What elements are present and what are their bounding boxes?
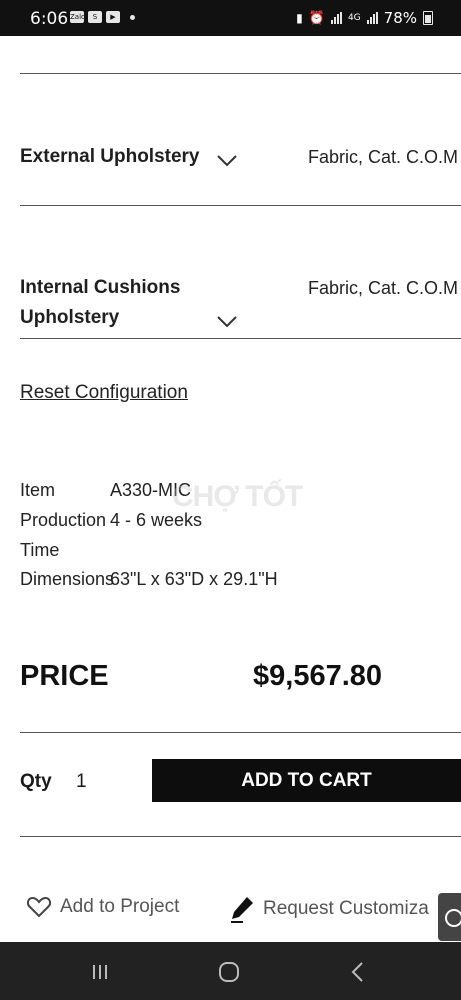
request-customization-label: Request Customiza xyxy=(263,898,429,919)
status-bar: 6:06 Zalo S ▶ ▮ ⏰ 4G 78% xyxy=(0,0,461,36)
request-customization-button[interactable]: Request Customiza xyxy=(229,895,429,923)
recent-apps-icon[interactable] xyxy=(85,959,115,985)
add-to-project-label: Add to Project xyxy=(60,896,180,917)
pencil-icon xyxy=(231,897,253,923)
add-to-project-button[interactable]: Add to Project xyxy=(26,895,179,919)
price-label: PRICE xyxy=(20,660,109,692)
divider xyxy=(20,732,461,733)
battery-icon xyxy=(423,11,433,25)
signal-icon xyxy=(366,12,378,24)
notification-icons: Zalo S ▶ xyxy=(70,11,135,23)
status-time: 6:06 xyxy=(30,9,69,29)
option-value: Fabric, Cat. C.O.M xyxy=(308,278,459,298)
divider xyxy=(20,836,461,837)
divider xyxy=(20,338,461,339)
sim-icon: ▮ xyxy=(296,11,303,25)
youtube-icon: ▶ xyxy=(106,11,120,23)
option-label-line1: Internal Cushions xyxy=(20,277,181,298)
signal-icon xyxy=(330,12,342,24)
shopee-icon: S xyxy=(88,11,102,23)
battery-percent: 78% xyxy=(383,9,417,27)
chevron-down-icon[interactable] xyxy=(216,154,238,168)
chat-button[interactable] xyxy=(438,893,461,941)
option-value: Fabric, Cat. C.O.M xyxy=(308,147,459,167)
production-time-label: Production xyxy=(20,510,107,530)
production-time-label-line2: Time xyxy=(20,540,60,560)
option-label-line2: Upholstery xyxy=(20,307,120,328)
heart-icon xyxy=(26,896,52,918)
back-icon[interactable] xyxy=(343,959,373,985)
item-label: Item xyxy=(20,480,56,500)
4g-icon: 4G xyxy=(347,13,361,23)
add-to-cart-button[interactable]: ADD TO CART xyxy=(152,759,461,802)
price-value: $9,567.80 xyxy=(253,660,383,692)
chat-icon xyxy=(445,909,461,927)
android-nav-bar xyxy=(0,942,461,1000)
divider xyxy=(20,73,461,74)
home-icon[interactable] xyxy=(214,959,244,985)
alarm-icon: ⏰ xyxy=(308,10,325,26)
dot-icon xyxy=(130,14,135,20)
qty-input[interactable]: 1 xyxy=(76,771,87,793)
zalo-icon: Zalo xyxy=(70,11,86,23)
system-icons: ▮ ⏰ 4G 78% xyxy=(296,9,433,27)
watermark: CHỢ TỐT xyxy=(172,480,303,513)
chevron-down-icon[interactable] xyxy=(216,315,238,329)
reset-configuration-link[interactable]: Reset Configuration xyxy=(20,382,188,404)
qty-label: Qty xyxy=(20,771,52,792)
divider xyxy=(20,205,461,206)
option-label: External Upholstery xyxy=(20,146,200,167)
dimensions-value: 63"L x 63"D x 29.1"H xyxy=(110,569,278,589)
dimensions-label: Dimensions xyxy=(20,569,115,589)
